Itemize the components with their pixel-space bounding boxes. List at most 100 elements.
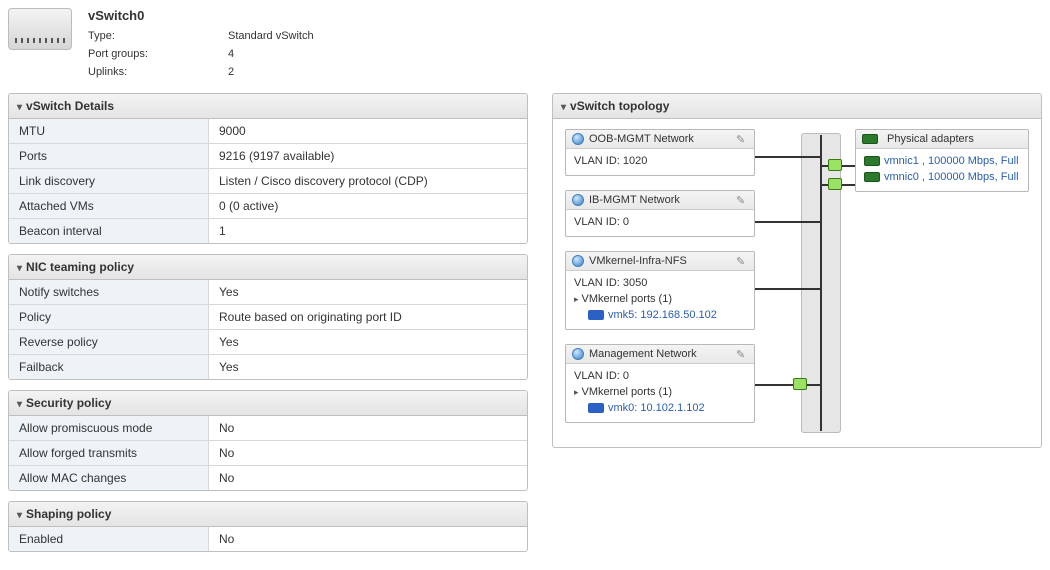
kv-key: Reverse policy [9, 330, 209, 354]
kv-val: Yes [209, 280, 527, 304]
table-row: Link discoveryListen / Cisco discovery p… [9, 169, 527, 194]
nic-icon [864, 156, 880, 166]
panel-header-shaping[interactable]: Shaping policy [9, 502, 527, 527]
kv-val: 9000 [209, 119, 527, 143]
pa-title: Physical adapters [887, 133, 974, 145]
kv-key: Beacon interval [9, 219, 209, 243]
adapter-link-vmnic1[interactable]: vmnic1 , 100000 Mbps, Full [884, 155, 1019, 167]
table-row: Attached VMs0 (0 active) [9, 194, 527, 219]
table-row: FailbackYes [9, 355, 527, 379]
table-row: Allow promiscuous modeNo [9, 416, 527, 441]
connector-node-icon [828, 159, 842, 171]
kv-val: 0 (0 active) [209, 194, 527, 218]
type-value: Standard vSwitch [228, 27, 314, 45]
caret-icon [17, 396, 22, 410]
panel-header-security[interactable]: Security policy [9, 391, 527, 416]
portgroup-oob-mgmt[interactable]: OOB-MGMT Network VLAN ID: 1020 [565, 129, 755, 176]
pg-name: VMkernel-Infra-NFS [589, 255, 687, 267]
vmkernel-port-icon [588, 310, 604, 320]
table-row: Allow MAC changesNo [9, 466, 527, 490]
kv-val: Yes [209, 330, 527, 354]
pg-ports-label: VMkernel ports (1) [582, 386, 672, 398]
edit-icon[interactable] [736, 255, 748, 267]
kv-key: Link discovery [9, 169, 209, 193]
caret-icon [561, 99, 566, 113]
portgroup-icon [572, 194, 584, 206]
portgroup-ib-mgmt[interactable]: IB-MGMT Network VLAN ID: 0 [565, 190, 755, 237]
panel-topology: vSwitch topology OOB-MGMT Network VLAN I… [552, 93, 1042, 448]
adapter-link-vmnic0[interactable]: vmnic0 , 100000 Mbps, Full [884, 171, 1019, 183]
connector-node-icon [793, 378, 807, 390]
connector-node-icon [828, 178, 842, 190]
nic-icon [864, 172, 880, 182]
panel-header-topology[interactable]: vSwitch topology [553, 94, 1041, 119]
kv-val: 1 [209, 219, 527, 243]
panel-header-teaming[interactable]: NIC teaming policy [9, 255, 527, 280]
edit-icon[interactable] [736, 133, 748, 145]
table-row: Allow forged transmitsNo [9, 441, 527, 466]
table-row: EnabledNo [9, 527, 527, 551]
kv-val: Route based on originating port ID [209, 305, 527, 329]
table-row: Ports9216 (9197 available) [9, 144, 527, 169]
caret-icon [17, 99, 22, 113]
vswitch-title: vSwitch0 [88, 8, 314, 23]
kv-val: Yes [209, 355, 527, 379]
table-row: PolicyRoute based on originating port ID [9, 305, 527, 330]
panel-shaping: Shaping policy EnabledNo [8, 501, 528, 552]
kv-key: Enabled [9, 527, 209, 551]
vmk-port-link[interactable]: vmk0: 10.102.1.102 [608, 402, 705, 414]
panel-security: Security policy Allow promiscuous modeNo… [8, 390, 528, 491]
table-row: MTU9000 [9, 119, 527, 144]
panel-title-teaming: NIC teaming policy [26, 260, 134, 274]
expand-icon[interactable] [574, 386, 582, 398]
panel-title-topology: vSwitch topology [570, 99, 669, 113]
type-label: Type: [88, 27, 228, 45]
expand-icon[interactable] [574, 293, 582, 305]
panel-title-security: Security policy [26, 396, 111, 410]
portgroup-vmkernel-nfs[interactable]: VMkernel-Infra-NFS VLAN ID: 3050 VMkerne… [565, 251, 755, 330]
kv-val: No [209, 441, 527, 465]
vmkernel-port-icon [588, 403, 604, 413]
pg-name: IB-MGMT Network [589, 194, 680, 206]
kv-val: No [209, 527, 527, 551]
kv-val: 9216 (9197 available) [209, 144, 527, 168]
kv-key: Failback [9, 355, 209, 379]
pg-vlan: VLAN ID: 0 [574, 216, 629, 228]
kv-key: Allow forged transmits [9, 441, 209, 465]
vmk-port-link[interactable]: vmk5: 192.168.50.102 [608, 309, 717, 321]
pg-name: Management Network [589, 348, 697, 360]
kv-val: No [209, 416, 527, 440]
nic-icon [862, 134, 878, 144]
kv-key: Notify switches [9, 280, 209, 304]
pg-ports-label: VMkernel ports (1) [582, 293, 672, 305]
kv-key: Attached VMs [9, 194, 209, 218]
summary-header: vSwitch0 Type: Standard vSwitch Port gro… [8, 8, 1042, 81]
kv-val: No [209, 466, 527, 490]
uplinks-label: Uplinks: [88, 63, 228, 81]
edit-icon[interactable] [736, 194, 748, 206]
pg-name: OOB-MGMT Network [589, 133, 694, 145]
panel-nic-teaming: NIC teaming policy Notify switchesYes Po… [8, 254, 528, 380]
kv-key: Ports [9, 144, 209, 168]
pg-vlan: VLAN ID: 1020 [574, 155, 647, 167]
kv-key: Policy [9, 305, 209, 329]
table-row: Notify switchesYes [9, 280, 527, 305]
portgroup-management[interactable]: Management Network VLAN ID: 0 VMkernel p… [565, 344, 755, 423]
portgroups-value: 4 [228, 45, 234, 63]
table-row: Reverse policyYes [9, 330, 527, 355]
caret-icon [17, 507, 22, 521]
caret-icon [17, 260, 22, 274]
kv-key: Allow MAC changes [9, 466, 209, 490]
kv-val: Listen / Cisco discovery protocol (CDP) [209, 169, 527, 193]
portgroup-icon [572, 255, 584, 267]
panel-vswitch-details: vSwitch Details MTU9000 Ports9216 (9197 … [8, 93, 528, 244]
vswitch-icon [8, 8, 72, 50]
physical-adapters-card: Physical adapters vmnic1 , 100000 Mbps, … [855, 129, 1029, 192]
pg-vlan: VLAN ID: 3050 [574, 275, 746, 291]
panel-title-details: vSwitch Details [26, 99, 114, 113]
kv-key: Allow promiscuous mode [9, 416, 209, 440]
edit-icon[interactable] [736, 348, 748, 360]
portgroup-icon [572, 133, 584, 145]
panel-header-details[interactable]: vSwitch Details [9, 94, 527, 119]
pg-vlan: VLAN ID: 0 [574, 368, 746, 384]
